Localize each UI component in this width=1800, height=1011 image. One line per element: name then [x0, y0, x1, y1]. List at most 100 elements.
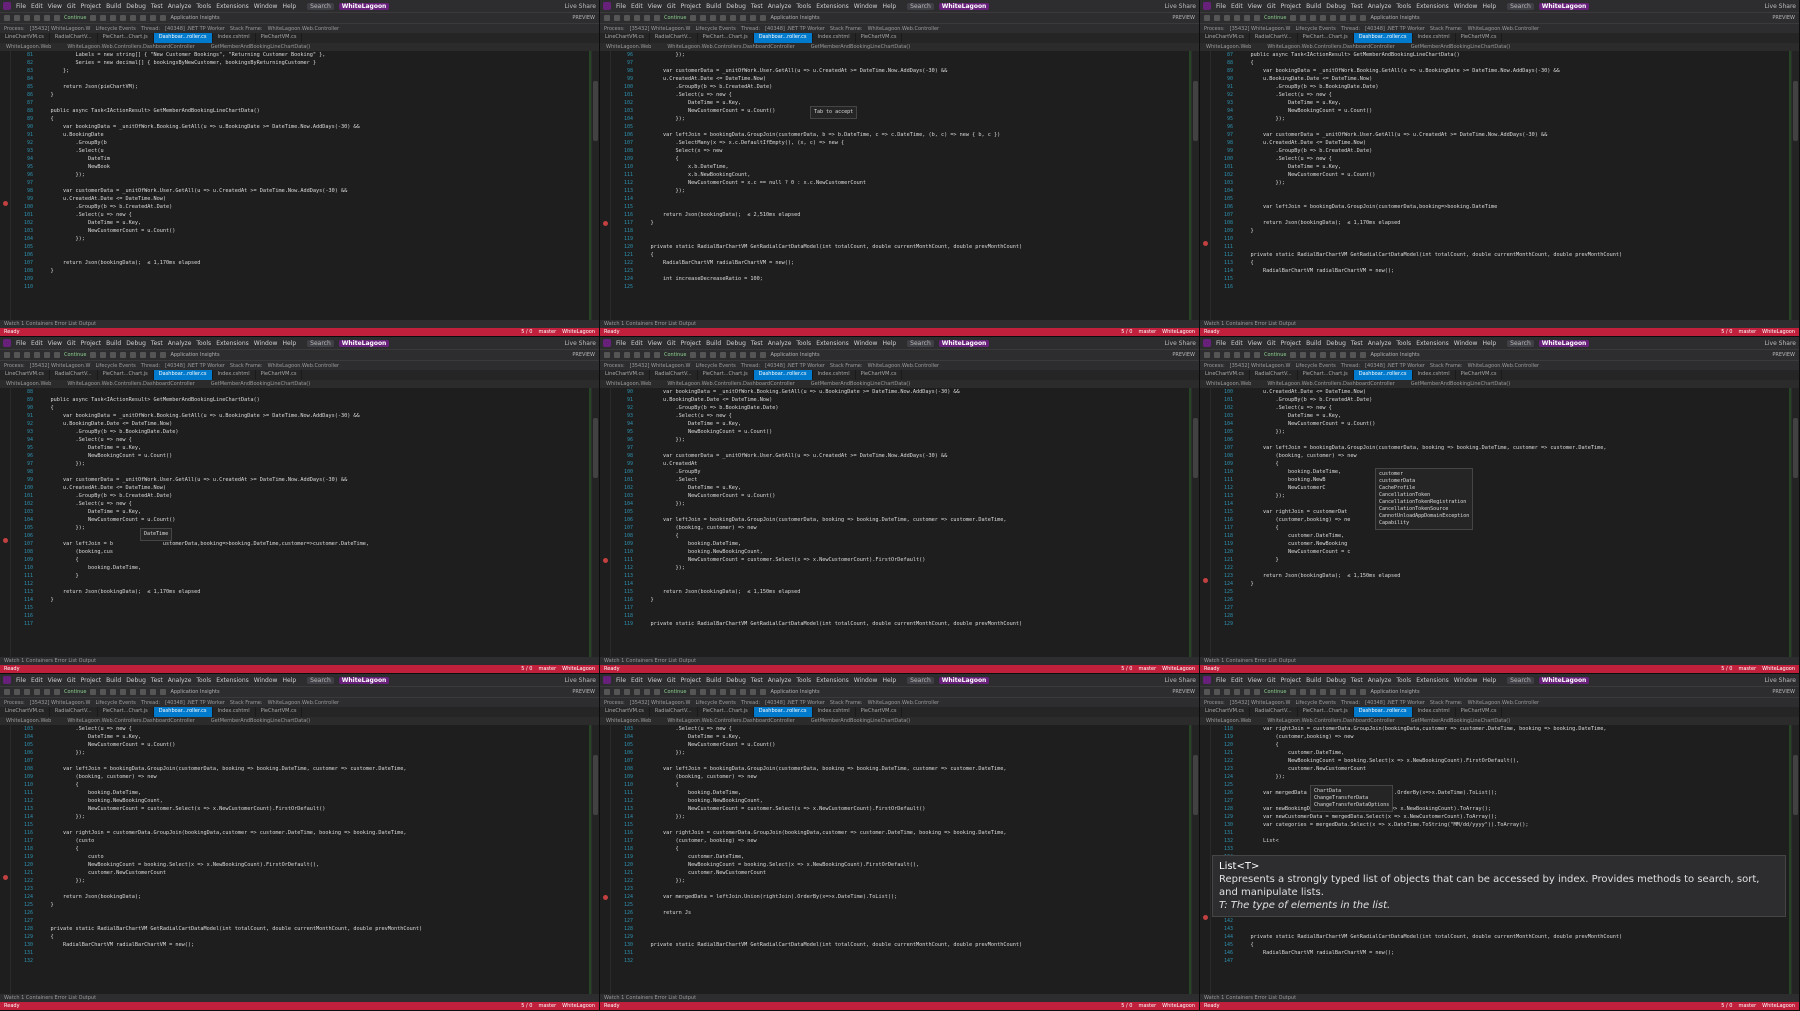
menu-item-debug[interactable]: Debug	[1326, 340, 1346, 347]
menu-item-project[interactable]: Project	[1281, 340, 1302, 347]
menu-item-edit[interactable]: Edit	[1231, 3, 1243, 10]
menu-item-extensions[interactable]: Extensions	[216, 340, 249, 347]
continue-button[interactable]: Continue	[64, 15, 86, 21]
git-branch[interactable]: master	[539, 666, 557, 672]
intellisense-popup[interactable]: DateTime	[140, 528, 173, 541]
menu-item-extensions[interactable]: Extensions	[216, 677, 249, 684]
tab-file[interactable]: PieChartVM.cs	[856, 370, 903, 380]
scrollbar-thumb[interactable]	[593, 755, 598, 815]
toolbar-icon[interactable]	[634, 352, 640, 358]
menu-item-tools[interactable]: Tools	[196, 3, 211, 10]
toolbar-icon[interactable]	[644, 689, 650, 695]
vertical-scrollbar[interactable]	[1191, 51, 1199, 320]
toolbar-icon[interactable]	[24, 689, 30, 695]
menu-item-git[interactable]: Git	[67, 677, 76, 684]
tab-file[interactable]: PieChartVM.cs	[256, 33, 303, 43]
git-repo[interactable]: WhiteLagoon	[1762, 329, 1795, 335]
toolbar-icon[interactable]	[654, 352, 660, 358]
continue-button[interactable]: Continue	[664, 15, 686, 21]
git-changes[interactable]: 5 / 0	[521, 666, 532, 672]
vertical-scrollbar[interactable]	[1191, 725, 1199, 994]
toolbar-icon[interactable]	[1350, 689, 1357, 695]
debug-thread[interactable]: [40348] .NET TP Worker	[1365, 363, 1425, 369]
git-branch[interactable]: master	[539, 329, 557, 335]
nav-project-dropdown[interactable]: WhiteLagoon.Web	[1206, 381, 1251, 387]
tab-file[interactable]: PieChart...Chart.js	[698, 33, 754, 43]
menu-item-extensions[interactable]: Extensions	[1416, 677, 1449, 684]
toolbar-icon[interactable]	[44, 352, 50, 358]
menu-item-extensions[interactable]: Extensions	[1416, 3, 1449, 10]
tab-file[interactable]: LineChartVM.cs	[0, 370, 50, 380]
debug-lifecycle[interactable]: Lifecycle Events	[695, 700, 735, 706]
tool-window-tabs[interactable]: Watch 1 Containers Error List Output	[0, 657, 599, 665]
menu-item-build[interactable]: Build	[1306, 677, 1321, 684]
scrollbar-thumb[interactable]	[1193, 418, 1198, 478]
debug-stack-frame[interactable]: WhiteLagoon.Web.Controller	[868, 700, 940, 706]
tool-window-tabs[interactable]: Watch 1 Containers Error List Output	[600, 320, 1199, 328]
menu-item-git[interactable]: Git	[667, 3, 676, 10]
menu-item-tools[interactable]: Tools	[1396, 3, 1411, 10]
menu-item-git[interactable]: Git	[67, 3, 76, 10]
debug-thread[interactable]: [40348] .NET TP Worker	[765, 700, 825, 706]
tab-file[interactable]: LineChartVM.cs	[1200, 707, 1250, 717]
tab-file[interactable]: PieChart...Chart.js	[98, 33, 154, 43]
tab-file[interactable]: PieChartVM.cs	[856, 33, 903, 43]
git-branch[interactable]: master	[539, 1003, 557, 1009]
menu-item-edit[interactable]: Edit	[31, 3, 43, 10]
menu-item-tools[interactable]: Tools	[796, 340, 811, 347]
git-changes[interactable]: 5 / 0	[521, 1003, 532, 1009]
code-editor[interactable]: 81 82 83 84 85 86 87 88 89 90 91 92 93 94 95 96 97 98 99 10…	[0, 51, 599, 320]
toolbar-icon[interactable]	[150, 352, 157, 358]
menu-item-extensions[interactable]: Extensions	[816, 340, 849, 347]
live-share-button[interactable]: Live Share	[1165, 677, 1196, 684]
app-insights-button[interactable]: Application Insights	[770, 15, 819, 21]
vertical-scrollbar[interactable]	[591, 388, 599, 657]
tab-file[interactable]: Dashboar...roller.cs	[753, 33, 813, 43]
tab-file[interactable]: LineChartVM.cs	[600, 707, 650, 717]
git-repo[interactable]: WhiteLagoon	[562, 329, 595, 335]
search-box[interactable]: Search	[1507, 339, 1534, 347]
source-code[interactable]: }); var customerData = _unitOfWork.User.…	[636, 51, 1199, 320]
toolbar-icon[interactable]	[634, 689, 640, 695]
tab-file[interactable]: PieChart...Chart.js	[698, 707, 754, 717]
menu-item-tools[interactable]: Tools	[196, 677, 211, 684]
app-insights-button[interactable]: Application Insights	[770, 352, 819, 358]
continue-button[interactable]: Continue	[64, 352, 86, 358]
nav-method-dropdown[interactable]: GetMemberAndBookingLineChartData()	[211, 381, 310, 387]
nav-method-dropdown[interactable]: GetMemberAndBookingLineChartData()	[1411, 44, 1510, 50]
tab-file[interactable]: PieChartVM.cs	[856, 707, 903, 717]
nav-class-dropdown[interactable]: WhiteLagoon.Web.Controllers.DashboardCon…	[67, 381, 194, 387]
app-insights-button[interactable]: Application Insights	[170, 352, 219, 358]
debug-process[interactable]: [35432] WhiteLagoon.W	[1230, 26, 1291, 32]
tab-file[interactable]: LineChartVM.cs	[1200, 33, 1250, 43]
toolbar-icon[interactable]	[750, 689, 757, 695]
menu-item-file[interactable]: File	[16, 340, 26, 347]
toolbar-icon[interactable]	[14, 352, 20, 358]
toolbar-icon[interactable]	[1214, 689, 1220, 695]
live-share-button[interactable]: Live Share	[1165, 3, 1196, 10]
debug-thread[interactable]: [40348] .NET TP Worker	[765, 26, 825, 32]
continue-button[interactable]: Continue	[1264, 689, 1286, 695]
nav-method-dropdown[interactable]: GetMemberAndBookingLineChartData()	[1411, 718, 1510, 724]
menu-item-analyze[interactable]: Analyze	[1368, 3, 1392, 10]
menu-item-window[interactable]: Window	[854, 340, 878, 347]
debug-process[interactable]: [35432] WhiteLagoon.W	[30, 363, 91, 369]
toolbar-icon[interactable]	[624, 689, 630, 695]
breakpoint-gutter[interactable]	[600, 725, 611, 994]
menu-item-test[interactable]: Test	[151, 340, 163, 347]
code-editor[interactable]: 87 88 89 90 91 92 93 94 95 96 97 98 99 100 101 102 103 10…	[1200, 51, 1799, 320]
toolbar-icon[interactable]	[1320, 15, 1327, 21]
tab-file[interactable]: LineChartVM.cs	[1200, 370, 1250, 380]
nav-project-dropdown[interactable]: WhiteLagoon.Web	[6, 381, 51, 387]
breakpoint-gutter[interactable]	[1200, 388, 1211, 657]
debug-lifecycle[interactable]: Lifecycle Events	[95, 26, 135, 32]
nav-class-dropdown[interactable]: WhiteLagoon.Web.Controllers.DashboardCon…	[67, 718, 194, 724]
tool-window-tabs[interactable]: Watch 1 Containers Error List Output	[0, 994, 599, 1002]
toolbar-icon[interactable]	[100, 15, 107, 21]
toolbar-icon[interactable]	[690, 352, 697, 358]
toolbar-icon[interactable]	[54, 15, 60, 21]
tab-file[interactable]: Index.cshtml	[213, 370, 256, 380]
nav-method-dropdown[interactable]: GetMemberAndBookingLineChartData()	[811, 381, 910, 387]
toolbar-icon[interactable]	[1290, 352, 1297, 358]
menu-item-test[interactable]: Test	[751, 340, 763, 347]
